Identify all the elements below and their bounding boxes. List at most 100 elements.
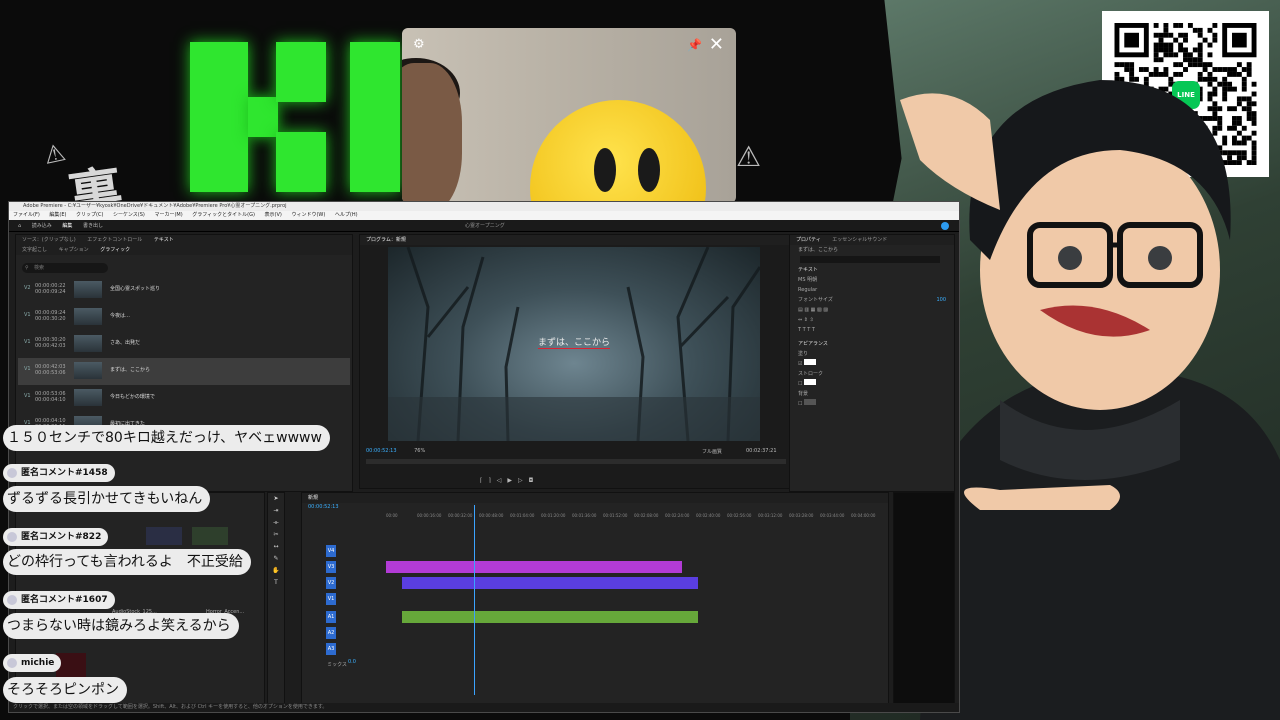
tab-import[interactable]: 読み込み — [32, 223, 52, 229]
caption-overlay[interactable]: まずは、ここから — [538, 335, 611, 349]
caption-text[interactable]: 全国心霊スポット巡り — [110, 285, 160, 292]
track-select-icon[interactable]: ⇥ — [268, 505, 284, 517]
ruler-tick: 00:03:12:00 — [758, 513, 783, 518]
track-label[interactable]: A3 — [326, 643, 336, 655]
help-icon[interactable] — [941, 222, 949, 230]
caption-text[interactable]: 今夜は… — [110, 312, 130, 319]
smiley-cushion — [530, 100, 706, 203]
program-timecode[interactable]: 00:00:52:13 — [366, 448, 397, 454]
user-avatar — [7, 532, 17, 542]
tab-properties[interactable]: プロパティ — [796, 237, 821, 243]
style-select[interactable]: Regular — [790, 285, 954, 295]
caption-row[interactable]: V1 00:00:09:24 00:00:30:20 今夜は… — [18, 304, 350, 331]
track-label[interactable]: ミックス — [326, 659, 348, 671]
playhead[interactable] — [474, 505, 475, 695]
track-label[interactable]: V2 — [326, 577, 336, 589]
shadow-checkbox[interactable]: ☐ — [790, 399, 954, 409]
quality-select[interactable]: フル画質 — [702, 448, 722, 455]
track-label[interactable]: V4 — [326, 545, 336, 557]
stroke-checkbox[interactable]: ☐ — [790, 379, 954, 389]
bin-thumb-red[interactable] — [56, 653, 86, 679]
menu-window[interactable]: ウィンドウ(W) — [291, 212, 325, 218]
caption-text[interactable]: 今日もどかの環境で — [110, 393, 155, 400]
track-label[interactable]: V3 — [326, 561, 336, 573]
caption-track: V1 — [24, 312, 31, 318]
fill-label: 塗り — [798, 351, 809, 357]
caption-text[interactable]: さあ、出発だ — [110, 339, 140, 346]
chat-message: どの枠行っても言われるよ 不正受給 — [3, 549, 251, 575]
play-icon[interactable]: ▶ — [507, 477, 518, 484]
step-back-icon[interactable]: ◁ — [497, 477, 508, 484]
clip-name-field[interactable] — [800, 256, 940, 263]
track-label[interactable]: A2 — [326, 627, 336, 639]
selection-tool-icon[interactable]: ➤ — [268, 493, 284, 505]
track-label[interactable]: A1 — [326, 611, 336, 623]
track-label[interactable]: V1 — [326, 593, 336, 605]
zoom-select[interactable]: 76% — [414, 448, 425, 454]
tab-effect-controls[interactable]: エフェクトコントロール — [87, 237, 142, 243]
caption-row[interactable]: V1 00:00:42:03 00:00:53:06 まずは、ここから — [18, 358, 350, 385]
menu-edit[interactable]: 編集(E) — [49, 212, 66, 218]
tab-captions[interactable]: キャプション — [59, 247, 89, 253]
program-scrubber[interactable] — [366, 459, 786, 464]
clip-v3-captions[interactable] — [386, 561, 682, 573]
tab-graphics[interactable]: グラフィック — [100, 247, 130, 253]
tab-transcript[interactable]: 文字起こし — [22, 247, 47, 253]
slip-icon[interactable]: ↔ — [268, 541, 284, 553]
user-avatar — [7, 468, 17, 478]
bin-thumb-2[interactable] — [192, 527, 228, 545]
tab-text[interactable]: テキスト — [154, 237, 174, 243]
webcam-overlay: ⚙ 📌 ✕ — [402, 28, 736, 203]
gear-icon[interactable]: ⚙ — [413, 37, 425, 52]
program-video-frame[interactable]: まずは、ここから — [388, 247, 760, 441]
mark-out-icon[interactable]: ⌉ — [488, 477, 496, 484]
user-avatar — [7, 658, 17, 668]
pin-icon[interactable]: 📌 — [687, 38, 702, 52]
home-icon[interactable]: ⌂ — [18, 223, 21, 229]
tracking-row[interactable]: ⇔ ⇕ ⇳ — [790, 315, 954, 325]
clip-v2-video[interactable] — [402, 577, 698, 589]
properties-panel: プロパティ エッセンシャルサウンド まずは、ここから テキスト MS 明朝 Re… — [789, 234, 955, 492]
tab-program[interactable]: プログラム：新規 — [366, 237, 406, 243]
caption-text[interactable]: まずは、ここから — [110, 366, 150, 373]
tab-source[interactable]: ソース：(クリップなし) — [22, 237, 76, 243]
menu-graphics[interactable]: グラフィックとタイトル(G) — [192, 212, 255, 218]
menu-help[interactable]: ヘルプ(H) — [335, 212, 358, 218]
font-select[interactable]: MS 明朝 — [790, 275, 954, 285]
section-text[interactable]: テキスト — [790, 265, 954, 275]
section-appearance[interactable]: アピアランス — [790, 339, 954, 349]
menu-view[interactable]: 表示(V) — [265, 212, 282, 218]
ruler-tick: 00:01:52:00 — [603, 513, 628, 518]
razor-icon[interactable]: ✂ — [268, 529, 284, 541]
close-icon[interactable]: ✕ — [709, 34, 724, 55]
caption-row[interactable]: V1 00:00:30:20 00:00:42:03 さあ、出発だ — [18, 331, 350, 358]
type-icon[interactable]: T — [268, 577, 284, 589]
caption-row[interactable]: V2 00:00:00:22 00:00:09:24 全国心霊スポット巡り — [18, 277, 350, 304]
caption-row[interactable]: V1 00:00:53:06 00:00:04:10 今日もどかの環境で — [18, 385, 350, 412]
step-forward-icon[interactable]: ▷ — [518, 477, 529, 484]
menu-file[interactable]: ファイル(F) — [13, 212, 40, 218]
menu-sequence[interactable]: シーケンス(S) — [113, 212, 145, 218]
timeline-timecode[interactable]: 00:00:52:13 — [308, 504, 339, 510]
format-row[interactable]: T T T T — [790, 325, 954, 335]
fill-checkbox[interactable]: ☑ — [790, 359, 954, 369]
bin-thumb-1[interactable] — [146, 527, 182, 545]
font-size-value[interactable]: 100 — [936, 295, 946, 305]
tab-export[interactable]: 書き出し — [83, 223, 103, 229]
hand-icon[interactable]: ✋ — [268, 565, 284, 577]
alignment-row[interactable]: ▤ ▥ ▦ ▧ ▨ — [790, 305, 954, 315]
tab-essential-sound[interactable]: エッセンシャルサウンド — [832, 237, 887, 243]
mix-volume-value[interactable]: 0.0 — [348, 659, 356, 665]
tab-sequence[interactable]: 新規 — [308, 495, 318, 501]
tab-edit[interactable]: 編集 — [62, 223, 72, 229]
menu-marker[interactable]: マーカー(M) — [154, 212, 182, 218]
menu-clip[interactable]: クリップ(C) — [76, 212, 103, 218]
camera-icon[interactable]: ◘ — [529, 477, 540, 484]
pen-icon[interactable]: ✎ — [268, 553, 284, 565]
search-input[interactable]: ⚲ 検索 — [22, 263, 108, 273]
ripple-edit-icon[interactable]: ⟛ — [268, 517, 284, 529]
chat-message: ずるずる長引かせてきもいねん — [3, 486, 211, 512]
clip-a1-audio[interactable] — [402, 611, 698, 623]
timeline-ruler[interactable]: 00:00 00:00:16:00 00:00:32:00 00:00:48:00 00… — [386, 513, 886, 521]
tools-panel: ➤ ⇥ ⟛ ✂ ↔ ✎ ✋ T — [267, 492, 285, 704]
